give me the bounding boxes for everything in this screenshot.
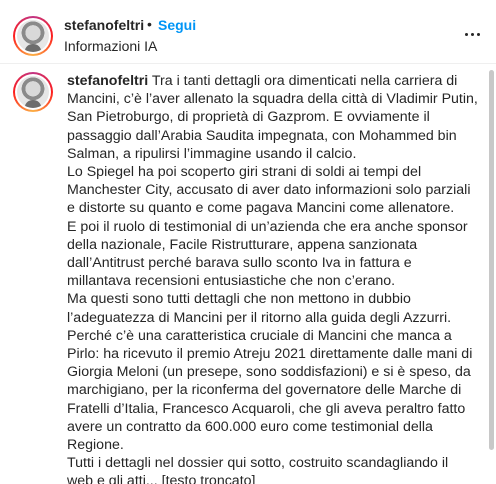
profile-photo bbox=[17, 20, 49, 52]
profile-avatar[interactable] bbox=[13, 16, 53, 56]
caption-line: Ma questi sono tutti dettagli che non me… bbox=[67, 291, 411, 308]
scrollbar-thumb[interactable] bbox=[489, 70, 494, 450]
caption-line: Mancini, c’è l’aver allenato la squadra … bbox=[67, 91, 478, 108]
separator-dot: • bbox=[147, 16, 152, 32]
caption-line: Tutti i dettagli nel dossier qui sotto, … bbox=[67, 455, 449, 472]
scrollbar[interactable] bbox=[489, 64, 494, 484]
caption-line: Pirlo: ha ricevuto il premio Atreju 2021… bbox=[67, 346, 473, 363]
caption-line: Giorgia Meloni (un presepe, sono soddisf… bbox=[67, 364, 471, 381]
caption-line: San Pietroburgo, di proprietà di Gazprom… bbox=[67, 109, 430, 126]
caption-line: Tra i tanti dettagli ora dimenticati nel… bbox=[148, 73, 458, 89]
caption-line: Lo Spiegel ha poi scoperto giri strani d… bbox=[67, 164, 422, 181]
caption-profile-photo bbox=[17, 76, 49, 108]
more-options-icon[interactable] bbox=[458, 24, 486, 44]
caption-line: della nazionale, Facile Ristrutturare, a… bbox=[67, 236, 418, 253]
caption-line: dall’Antitrust perché barava sullo scont… bbox=[67, 255, 412, 272]
post-header: stefanofeltri • Segui Informazioni IA bbox=[0, 0, 496, 64]
caption-line: l’adeguatezza di Mancini per il ritorno … bbox=[67, 309, 452, 326]
caption-line: E poi il ruolo di testimonial di un’azie… bbox=[67, 218, 468, 235]
follow-button[interactable]: Segui bbox=[158, 17, 196, 33]
caption-line: millantava recensioni entusiastiche che … bbox=[67, 273, 396, 290]
instagram-post-panel: stefanofeltri • Segui Informazioni IA st… bbox=[0, 0, 496, 484]
caption-line: Regione. bbox=[67, 437, 124, 454]
caption-line: Perché c’è una caratteristica cruciale d… bbox=[67, 327, 452, 344]
caption-line: marchigiano, per la riconferma del gover… bbox=[67, 382, 462, 399]
caption-line: passaggio dall’Arabia Saudita impegnata,… bbox=[67, 127, 457, 144]
caption-line: avere un contratto da 600.000 euro come … bbox=[67, 418, 433, 435]
caption-avatar[interactable] bbox=[13, 72, 53, 112]
caption-username[interactable]: stefanofeltri bbox=[67, 73, 148, 89]
caption-line: Manchester City, accusato di aver dato i… bbox=[67, 182, 471, 199]
caption-line: web e gli atti... [testo troncato] bbox=[67, 473, 256, 484]
caption-line: e distorte su quanto e come pagava Manci… bbox=[67, 200, 455, 217]
post-caption: stefanofeltri Tra i tanti dettagli ora d… bbox=[67, 72, 478, 484]
caption-line: Salman, a ripulirsi l’immagine usando il… bbox=[67, 145, 357, 162]
ai-info-label[interactable]: Informazioni IA bbox=[64, 38, 157, 54]
caption-line-first: stefanofeltri Tra i tanti dettagli ora d… bbox=[67, 72, 477, 90]
header-username[interactable]: stefanofeltri bbox=[64, 17, 144, 33]
caption-line: Fratelli d’Italia, Francesco Acquaroli, … bbox=[67, 400, 466, 417]
